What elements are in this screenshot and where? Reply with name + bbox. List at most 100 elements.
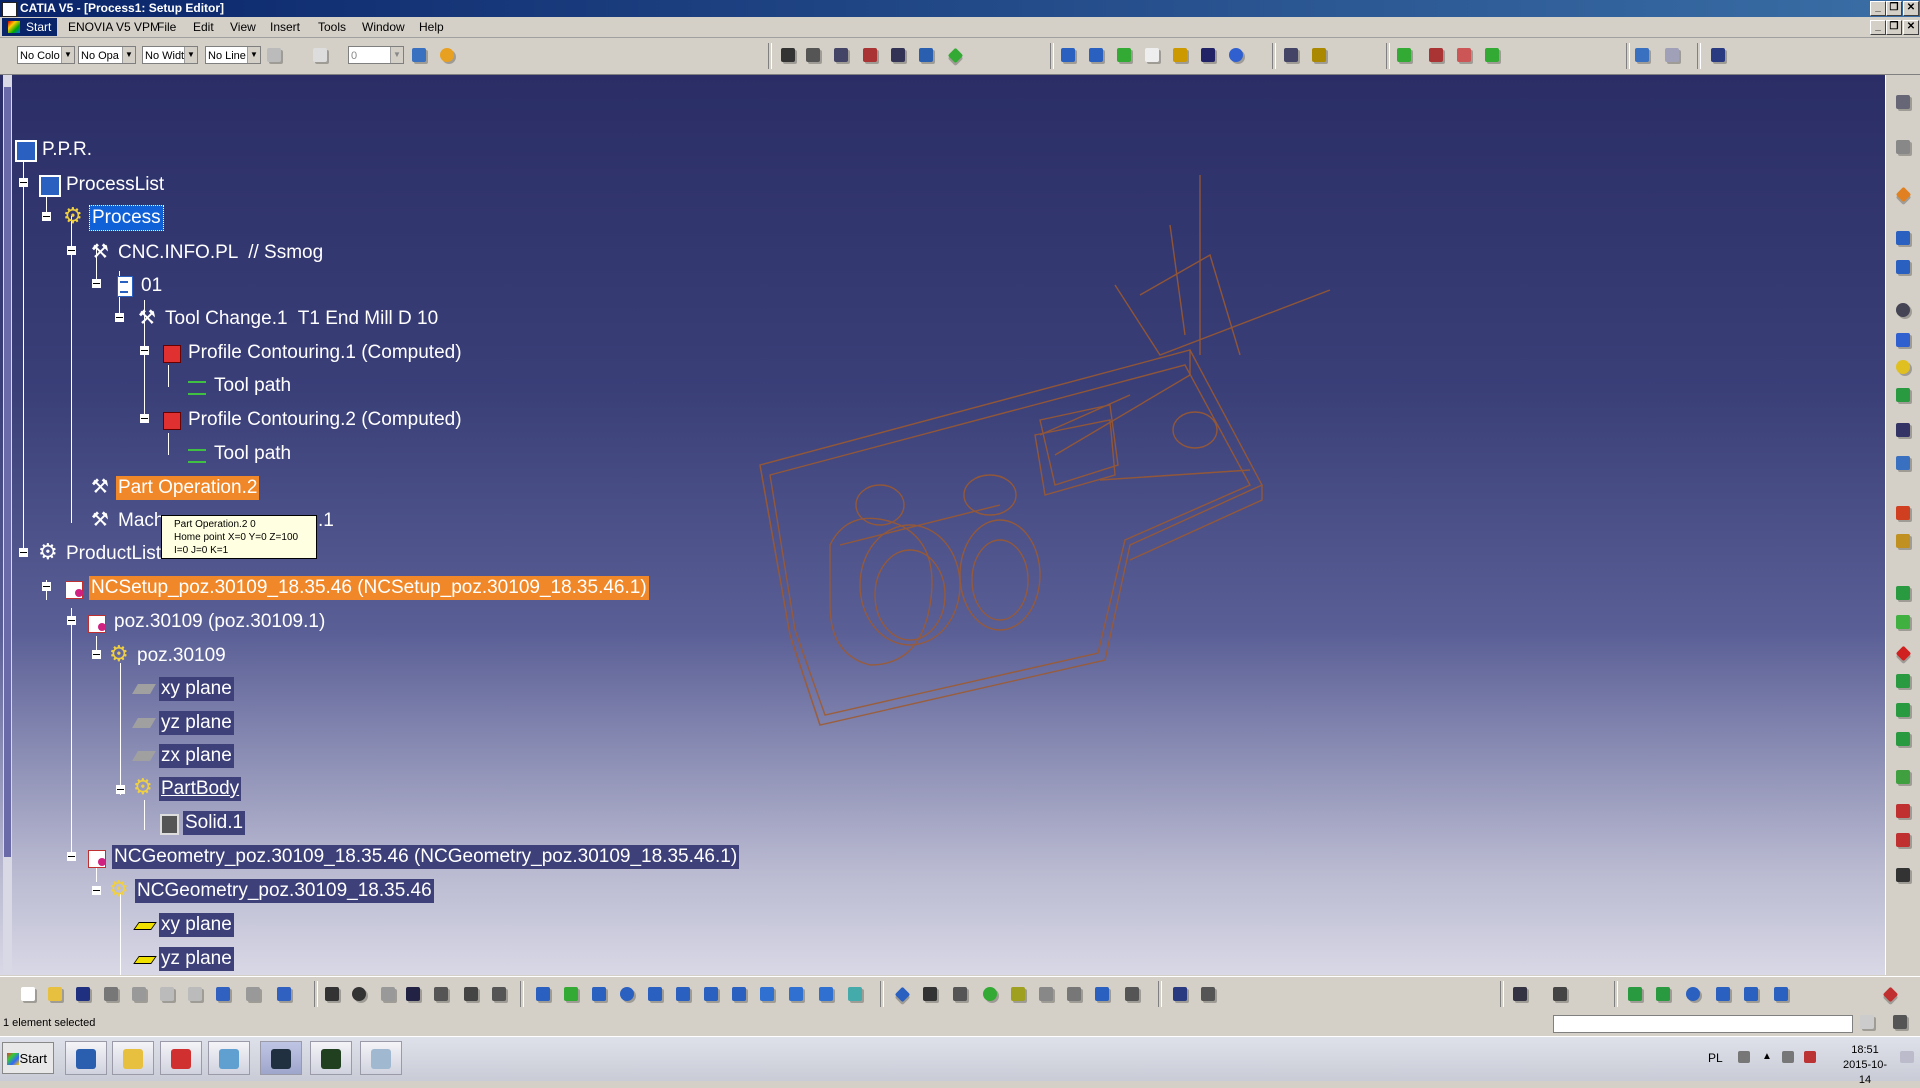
- hide-show-icon[interactable]: [816, 984, 836, 1004]
- tree-node-product-list[interactable]: ProductList: [38, 539, 163, 567]
- analysis-icon[interactable]: [892, 984, 912, 1004]
- rotate-icon[interactable]: [617, 984, 637, 1004]
- run-command-icon[interactable]: [1890, 1012, 1910, 1032]
- menu-window[interactable]: Window: [362, 20, 405, 34]
- pan-icon[interactable]: [589, 984, 609, 1004]
- tree-node-yz-plane-2[interactable]: yz plane: [133, 946, 234, 972]
- measure-icon[interactable]: [461, 984, 481, 1004]
- part-operation-icon[interactable]: [1058, 45, 1078, 65]
- tool-icon[interactable]: [1893, 300, 1913, 320]
- zlevel-icon[interactable]: [1893, 671, 1913, 691]
- tool-path-options-icon[interactable]: [1510, 984, 1530, 1004]
- drill-icon[interactable]: [1893, 503, 1913, 523]
- point-style-icon[interactable]: [264, 45, 284, 65]
- tree-expander[interactable]: [140, 346, 149, 355]
- open-icon[interactable]: [45, 984, 65, 1004]
- menu-help[interactable]: Help: [419, 20, 444, 34]
- tree-node-ncgeometry[interactable]: NCGeometry_poz.30109_18.35.46: [109, 876, 434, 904]
- compass-icon[interactable]: [1893, 865, 1913, 885]
- wire-icon[interactable]: [1741, 984, 1761, 1004]
- lock-icon[interactable]: [378, 984, 398, 1004]
- display-mode-icon[interactable]: [1653, 984, 1673, 1004]
- program-icon[interactable]: [1893, 257, 1913, 277]
- table-view-icon[interactable]: [1064, 984, 1084, 1004]
- swap-icon[interactable]: [1170, 984, 1190, 1004]
- point-icon[interactable]: [950, 984, 970, 1004]
- tree-node-tool-path-1[interactable]: Tool path: [186, 373, 293, 399]
- auxiliary-operation-icon[interactable]: [1662, 45, 1682, 65]
- doc-restore-button[interactable]: ❐: [1886, 20, 1902, 35]
- tree-expander[interactable]: [92, 650, 101, 659]
- printer-icon[interactable]: [1738, 1051, 1750, 1063]
- taskbar-paint-icon[interactable]: [360, 1041, 402, 1075]
- power-input-field[interactable]: [1553, 1015, 1853, 1033]
- tree-node-process-list[interactable]: ProcessList: [38, 172, 166, 198]
- cut-icon[interactable]: [129, 984, 149, 1004]
- pattern-icon[interactable]: [1893, 385, 1913, 405]
- tree-expander[interactable]: [116, 785, 125, 794]
- taskbar-notepad-icon[interactable]: [208, 1041, 250, 1075]
- tree-node-partbody[interactable]: PartBody: [133, 774, 242, 802]
- generate-nc-icon[interactable]: [1170, 45, 1190, 65]
- taskbar-nvidia-icon[interactable]: [310, 1041, 352, 1075]
- nc-macros-icon[interactable]: [1632, 45, 1652, 65]
- compute-tool-path-icon[interactable]: [1281, 45, 1301, 65]
- tool-path-simulation-icon[interactable]: [1309, 45, 1329, 65]
- taskbar-catia-icon[interactable]: [260, 1041, 302, 1075]
- tool-assembly-icon[interactable]: [1893, 330, 1913, 350]
- operation-icon[interactable]: [1893, 357, 1913, 377]
- fly-mode-icon[interactable]: [533, 984, 553, 1004]
- menu-edit[interactable]: Edit: [193, 20, 214, 34]
- zoom-out-icon[interactable]: [673, 984, 693, 1004]
- pencil-icon[interactable]: [1893, 729, 1913, 749]
- screen-icon[interactable]: [1122, 984, 1142, 1004]
- analyze-icon[interactable]: [1482, 45, 1502, 65]
- rough-stock-icon[interactable]: [1394, 45, 1414, 65]
- tree-node-program-01[interactable]: 01: [113, 273, 164, 299]
- volume-icon[interactable]: [1782, 1051, 1794, 1063]
- sketch-icon[interactable]: [1713, 984, 1733, 1004]
- sequence-icon[interactable]: [1893, 420, 1913, 440]
- grid-icon[interactable]: [920, 984, 940, 1004]
- tree-scrollbar[interactable]: [3, 75, 12, 975]
- contour-icon[interactable]: [1893, 700, 1913, 720]
- taskbar-explorer-icon[interactable]: [112, 1041, 154, 1075]
- tree-expander[interactable]: [67, 616, 76, 625]
- machining-process-icon[interactable]: [1114, 45, 1134, 65]
- tree-expander[interactable]: [19, 548, 28, 557]
- curve-following-icon[interactable]: [1893, 830, 1913, 850]
- new-icon[interactable]: [18, 984, 38, 1004]
- select-icon[interactable]: [1893, 184, 1913, 204]
- opacity-combo[interactable]: No Opa: [78, 46, 136, 64]
- tree-node-yz-plane[interactable]: yz plane: [133, 710, 234, 736]
- nc-output-icon[interactable]: [1198, 45, 1218, 65]
- design-part-icon[interactable]: [1426, 45, 1446, 65]
- layer-combo[interactable]: 0: [348, 46, 404, 64]
- zoom-in-icon[interactable]: [645, 984, 665, 1004]
- system-clock[interactable]: 18:51 2015-10-14: [1838, 1043, 1892, 1088]
- profile-contouring-icon[interactable]: [888, 45, 908, 65]
- catalog-icon[interactable]: [1708, 45, 1728, 65]
- tree-expander[interactable]: [19, 178, 28, 187]
- redo-icon[interactable]: [243, 984, 263, 1004]
- scrollbar-thumb[interactable]: [4, 87, 11, 857]
- iso-view-icon[interactable]: [757, 984, 777, 1004]
- tree-node-xy-plane[interactable]: xy plane: [133, 676, 234, 702]
- tree-node-tool-change[interactable]: Tool Change.1 T1 End Mill D 10: [137, 305, 440, 332]
- tree-expander[interactable]: [92, 279, 101, 288]
- tree-node-cnc-program[interactable]: CNC.INFO.PL // Ssmog: [90, 239, 325, 266]
- formula-icon[interactable]: [322, 984, 342, 1004]
- tree-node-ncgeometry-instance[interactable]: NCGeometry_poz.30109_18.35.46 (NCGeometr…: [86, 844, 740, 870]
- tree-expander[interactable]: [140, 414, 149, 423]
- catalog-browser-icon[interactable]: [489, 984, 509, 1004]
- reorder-icon[interactable]: [431, 984, 451, 1004]
- tree-node-poz[interactable]: poz.30109: [109, 641, 228, 669]
- minimize-button[interactable]: _: [1870, 1, 1886, 16]
- fit-all-icon[interactable]: [561, 984, 581, 1004]
- filter-icon[interactable]: [1008, 984, 1028, 1004]
- tree-expander[interactable]: [67, 246, 76, 255]
- tree-node-poz-instance[interactable]: poz.30109 (poz.30109.1): [86, 609, 327, 635]
- setup-icon[interactable]: [1893, 228, 1913, 248]
- tool-change-icon[interactable]: [945, 45, 965, 65]
- tree-expander[interactable]: [42, 212, 51, 221]
